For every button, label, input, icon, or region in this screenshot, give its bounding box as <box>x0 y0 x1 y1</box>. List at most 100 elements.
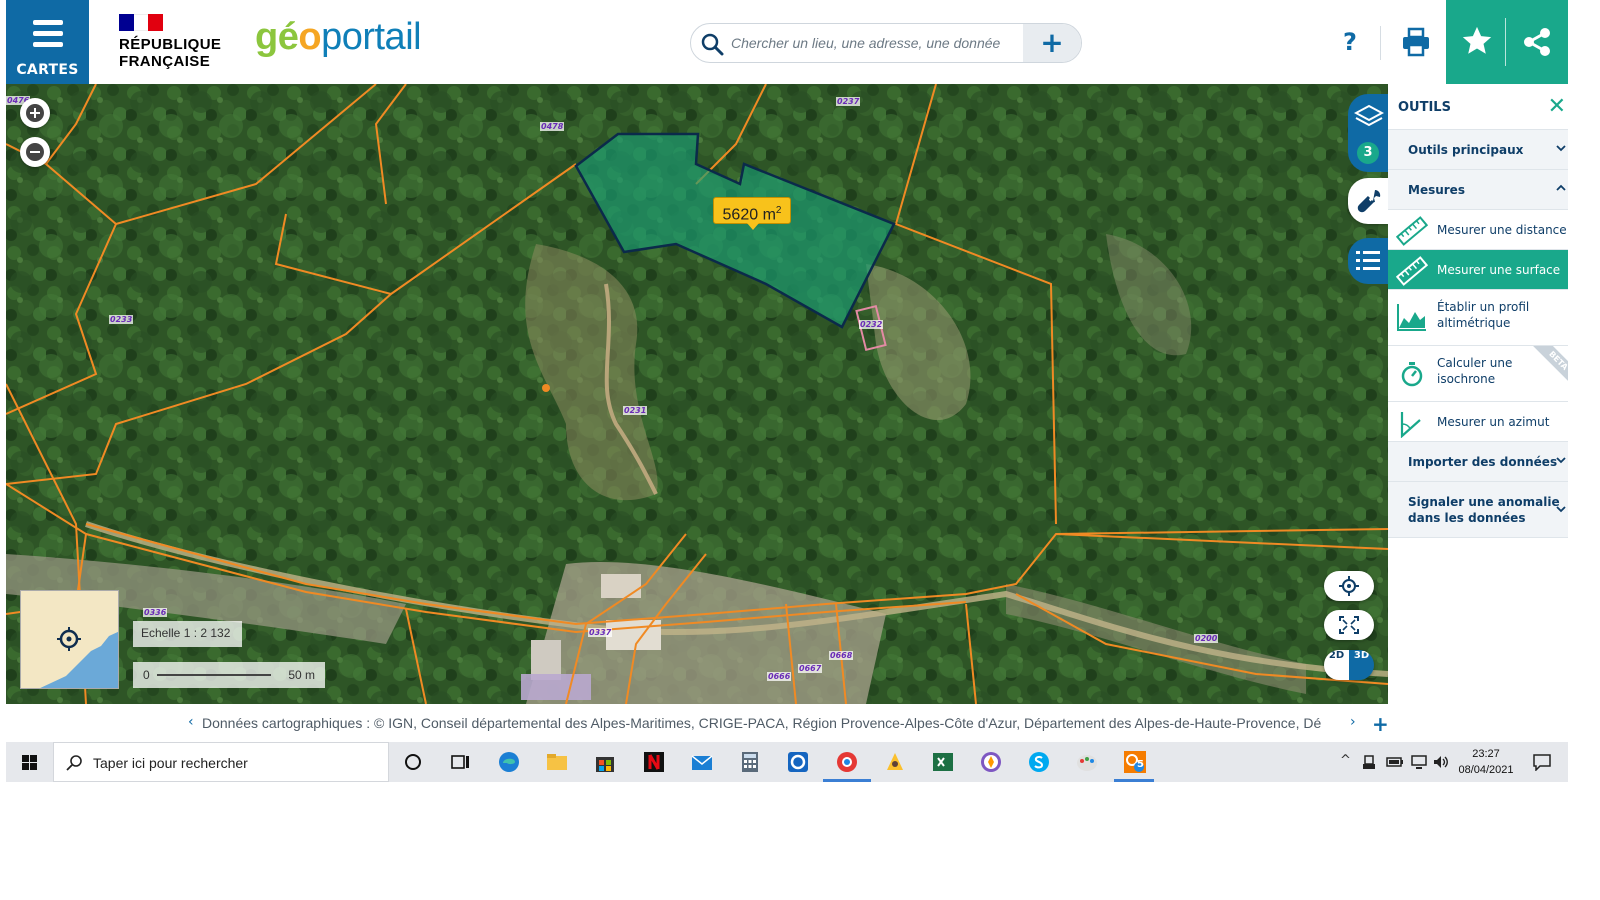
tool-label-line1: Établir un profil <box>1437 300 1530 314</box>
task-view-icon[interactable] <box>449 750 473 774</box>
zoom-in-button[interactable] <box>20 98 50 128</box>
section-label-line1: Signaler une anomalie <box>1408 495 1560 509</box>
legend-tab[interactable] <box>1348 238 1388 284</box>
tool-label: Mesurer un azimut <box>1437 415 1550 429</box>
aerial-imagery <box>6 84 1388 704</box>
skype-icon[interactable] <box>1027 750 1051 774</box>
chevron-up-icon <box>1556 184 1566 191</box>
logo-portail: portail <box>321 16 422 58</box>
minus-icon <box>26 143 44 161</box>
active-app-indicator <box>823 779 871 782</box>
attribution-next[interactable]: › <box>1350 714 1356 730</box>
ruler-icon <box>1396 216 1428 246</box>
tool-isochrone[interactable]: Calculer une isochrone BETA <box>1388 346 1568 402</box>
scale-ratio: Echelle 1 : 2 132 <box>133 621 242 647</box>
file-explorer-icon[interactable] <box>545 750 569 774</box>
favorite-star-icon[interactable] <box>1460 24 1494 58</box>
taskbar-search-input[interactable]: Taper ici pour rechercher <box>93 755 248 771</box>
zoom-out-button[interactable] <box>20 137 50 167</box>
top-header: CARTES RÉPUBLIQUE FRANÇAISE géoportail C… <box>6 0 1568 84</box>
fullscreen-icon <box>1339 616 1359 634</box>
scale-zero: 0 <box>143 668 150 682</box>
section-label: Importer des données <box>1408 455 1558 469</box>
help-button[interactable]: ? <box>1343 28 1357 56</box>
parcel-label: 0231 <box>623 406 648 415</box>
section-import-data[interactable]: Importer des données <box>1388 442 1568 482</box>
attribution-bar: ‹ Données cartographiques : © IGN, Conse… <box>6 704 1388 742</box>
tool-label: Mesurer une surface <box>1437 263 1561 277</box>
usb-icon[interactable] <box>1362 754 1376 770</box>
attribution-text: Données cartographiques : © IGN, Conseil… <box>202 715 1322 731</box>
parcel-label: 0478 <box>540 122 565 131</box>
panel-title: OUTILS <box>1398 100 1451 115</box>
fullscreen-button[interactable] <box>1324 610 1374 640</box>
tool-measure-distance[interactable]: Mesurer une distance <box>1388 210 1568 250</box>
windows-start-icon[interactable] <box>6 742 53 782</box>
section-main-tools[interactable]: Outils principaux <box>1388 130 1568 170</box>
system-clock[interactable]: 23:27 08/04/2021 <box>1446 746 1526 778</box>
tool-measure-surface[interactable]: Mesurer une surface <box>1388 250 1568 290</box>
elevation-profile-icon <box>1397 304 1426 331</box>
layers-count-badge: 3 <box>1357 142 1379 164</box>
mail-icon[interactable] <box>690 750 714 774</box>
parcel-label: 0233 <box>109 315 134 324</box>
parcel-label: 0667 <box>798 664 823 673</box>
search-advanced-plus-button[interactable]: + <box>1023 24 1081 62</box>
parcel-label: 0232 <box>859 320 884 329</box>
app-icon[interactable] <box>786 750 810 774</box>
tool-elevation-profile[interactable]: Établir un profil altimétrique <box>1388 290 1568 346</box>
section-label: Signaler une anomalie dans les données <box>1408 494 1560 526</box>
section-measures[interactable]: Mesures <box>1388 170 1568 210</box>
view-3d-button[interactable]: 3D <box>1349 650 1374 680</box>
app-icon[interactable] <box>883 750 907 774</box>
attribution-expand-button[interactable]: + <box>1372 712 1389 736</box>
plus-icon <box>26 104 44 122</box>
view-mode-toggle[interactable]: 2D 3D <box>1324 650 1374 680</box>
hamburger-icon <box>33 20 63 53</box>
panel-header: OUTILS ✕ <box>1388 84 1568 130</box>
excel-icon[interactable] <box>931 750 955 774</box>
edge-icon[interactable] <box>497 750 521 774</box>
layers-icon <box>1354 104 1384 127</box>
ruler-icon <box>1396 256 1428 286</box>
chevron-up-icon[interactable]: ^ <box>1340 753 1351 768</box>
store-icon[interactable] <box>593 750 617 774</box>
battery-icon[interactable] <box>1386 755 1404 769</box>
tools-tab[interactable] <box>1348 178 1388 224</box>
map-canvas[interactable]: 5620 m2 0476 0478 0237 0233 0232 0231 03… <box>6 84 1388 704</box>
netflix-icon[interactable] <box>642 750 666 774</box>
geoportail-logo[interactable]: géoportail <box>255 16 422 59</box>
vpn-icon[interactable] <box>979 750 1003 774</box>
close-icon[interactable]: ✕ <box>1548 94 1566 119</box>
browser-icon[interactable] <box>835 750 859 774</box>
search-input[interactable]: Chercher un lieu, une adresse, une donné… <box>731 35 1000 51</box>
view-2d-button[interactable]: 2D <box>1324 650 1349 680</box>
overview-minimap[interactable] <box>20 590 119 689</box>
parcel-label: 0337 <box>588 628 613 637</box>
share-icon[interactable] <box>1521 26 1553 58</box>
search-icon <box>701 33 724 56</box>
paint-icon[interactable] <box>1075 750 1099 774</box>
tool-measure-azimuth[interactable]: Mesurer un azimut <box>1388 402 1568 442</box>
active-app-indicator <box>1114 779 1154 782</box>
layers-tab[interactable]: 3 <box>1348 94 1388 172</box>
print-icon[interactable] <box>1400 26 1432 58</box>
cartes-menu-button[interactable]: CARTES <box>6 0 89 84</box>
scale-distance: 50 m <box>288 668 315 682</box>
section-report-anomaly[interactable]: Signaler une anomalie dans les données <box>1388 482 1568 538</box>
section-label: Mesures <box>1408 183 1465 197</box>
section-label: Outils principaux <box>1408 143 1524 157</box>
calculator-icon[interactable] <box>738 750 762 774</box>
taskbar-search[interactable]: Taper ici pour rechercher <box>53 742 389 782</box>
attribution-prev[interactable]: ‹ <box>188 714 194 730</box>
notification-icon[interactable] <box>1532 753 1552 771</box>
search-box[interactable]: Chercher un lieu, une adresse, une donné… <box>690 23 1082 63</box>
list-icon <box>1356 251 1380 270</box>
republique-line2: FRANÇAISE <box>119 53 211 70</box>
network-icon[interactable] <box>1410 754 1428 770</box>
cortana-icon[interactable] <box>401 750 425 774</box>
french-flag-icon <box>119 14 164 31</box>
clock-date: 08/04/2021 <box>1458 764 1514 776</box>
tool-label: Établir un profil altimétrique <box>1437 299 1529 331</box>
geolocate-button[interactable] <box>1324 571 1374 601</box>
